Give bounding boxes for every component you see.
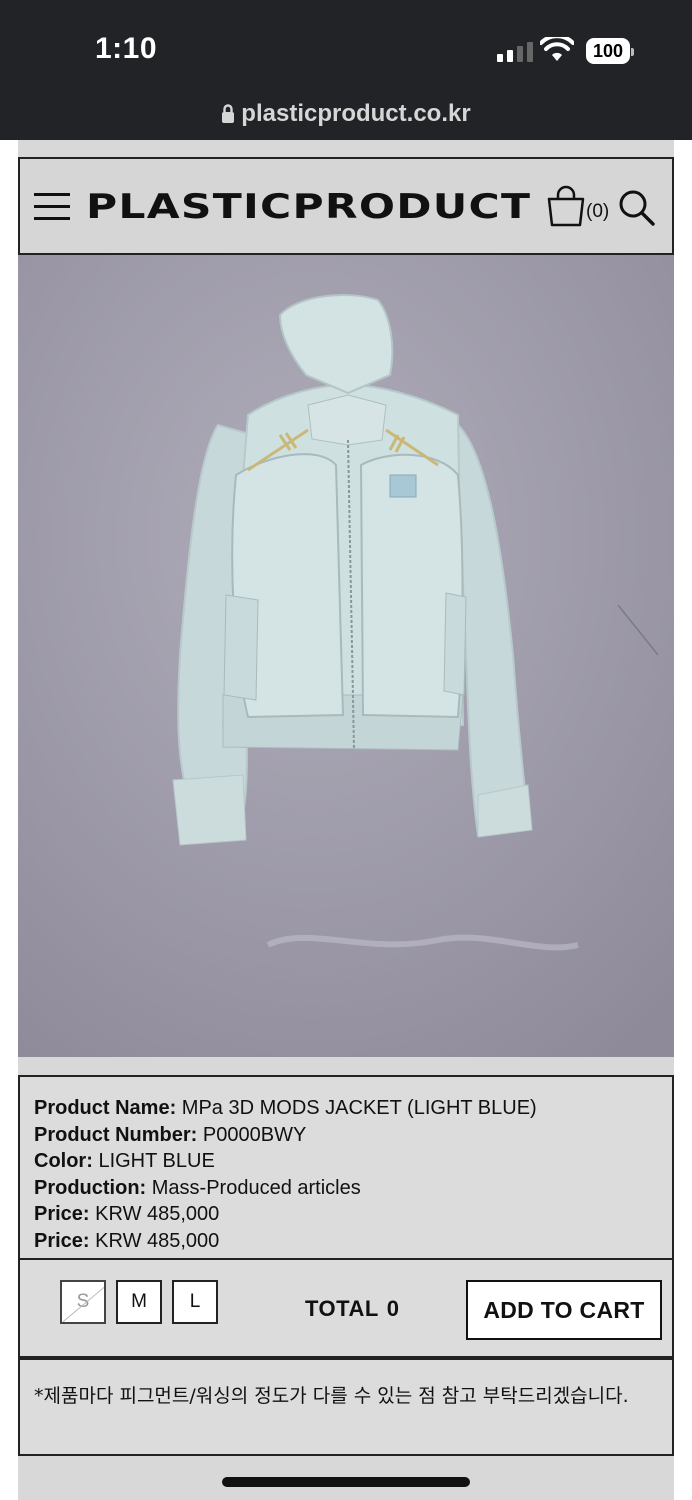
status-bar: 1:10 100 plasticproduct.co.kr	[0, 0, 692, 140]
size-option-m[interactable]: M	[116, 1280, 162, 1324]
url-text: plasticproduct.co.kr	[241, 100, 471, 127]
total-label: TOTAL	[305, 1296, 379, 1321]
cart-count[interactable]: (0)	[586, 201, 609, 223]
shopping-bag-icon[interactable]	[546, 185, 586, 227]
home-indicator[interactable]	[222, 1477, 470, 1487]
size-selector: S M L	[60, 1280, 218, 1324]
size-option-l[interactable]: L	[172, 1280, 218, 1324]
site-logo[interactable]: PLASTICPRODUCT	[86, 187, 531, 227]
page-margin-left	[0, 140, 18, 1500]
product-price-row: Price: KRW 485,000	[34, 1203, 220, 1225]
search-icon[interactable]	[618, 189, 656, 227]
site-header: PLASTICPRODUCT (0)	[18, 157, 674, 255]
product-price-row: Price: KRW 485,000	[34, 1229, 220, 1252]
wifi-icon	[540, 37, 574, 61]
product-info-panel: Product Name: MPa 3D MODS JACKET (LIGHT …	[18, 1075, 674, 1265]
add-to-cart-button[interactable]: ADD TO CART	[466, 1280, 662, 1340]
battery-icon: 100	[586, 38, 634, 64]
product-image[interactable]	[18, 255, 674, 1057]
purchase-bar: S M L TOTAL 0 ADD TO CART	[18, 1258, 674, 1358]
product-color-row: Color: LIGHT BLUE	[34, 1150, 215, 1172]
product-production-row: Production: Mass-Produced articles	[34, 1176, 361, 1199]
product-name-row: Product Name: MPa 3D MODS JACKET (LIGHT …	[34, 1097, 537, 1119]
size-option-s[interactable]: S	[60, 1280, 106, 1324]
status-time: 1:10	[95, 32, 158, 65]
lock-icon	[222, 104, 235, 123]
address-bar[interactable]: plasticproduct.co.kr	[0, 100, 692, 128]
jacket-illustration	[18, 255, 674, 1057]
product-notice: *제품마다 피그먼트/워싱의 정도가 다를 수 있는 점 참고 부탁드리겠습니다…	[18, 1358, 674, 1456]
order-total: TOTAL 0	[305, 1296, 400, 1322]
cellular-signal-icon	[497, 42, 533, 62]
total-value: 0	[386, 1296, 400, 1321]
product-number-row: Product Number: P0000BWY	[34, 1123, 307, 1146]
page-margin-right	[674, 140, 692, 1500]
hamburger-menu-icon[interactable]	[34, 193, 70, 221]
